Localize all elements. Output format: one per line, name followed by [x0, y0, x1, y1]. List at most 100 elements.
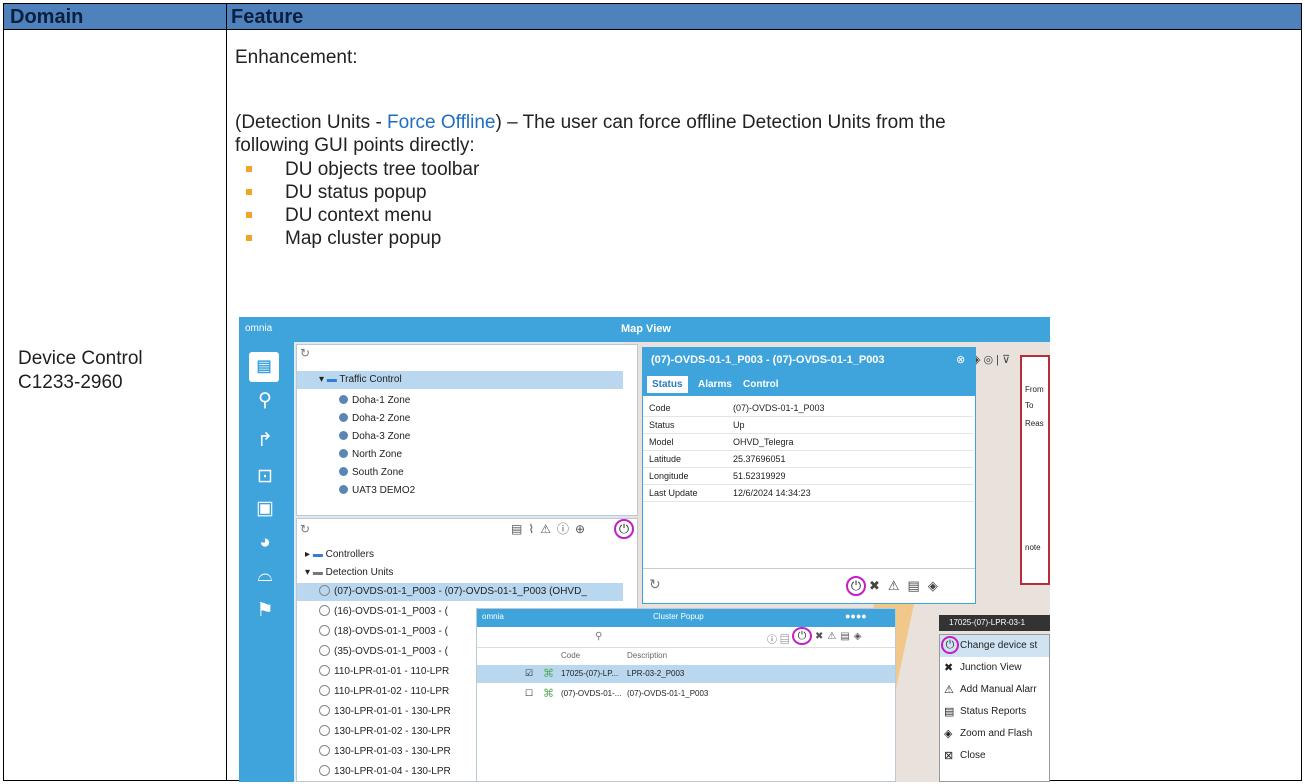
map-label: To [1025, 401, 1034, 410]
power-icon[interactable]: ⏻ [792, 627, 812, 645]
force-offline-link[interactable]: Force Offline [387, 112, 495, 133]
du-node[interactable]: ▾ ▬ Detection Units [305, 564, 393, 582]
window-controls-icon[interactable]: ●●●● [845, 611, 867, 621]
list-item: DU status popup [235, 181, 479, 204]
cluster-toolbar[interactable]: ⓘ ▤ [767, 631, 790, 646]
du-label: Detection Units [325, 567, 394, 578]
ctx-item-add-alarm[interactable]: ⚠ Add Manual Alarr [940, 679, 1049, 701]
tree-root-label: Traffic Control [339, 374, 402, 385]
du-row-label: (07)-OVDS-01-1_P003 - (07)-OVDS-01-1_P00… [334, 586, 587, 597]
status-popup-actions[interactable]: ✖⚠▤◈ [869, 578, 946, 594]
cluster-desc: LPR-03-2_P003 [627, 669, 685, 678]
alarm-icon: ⚠ [944, 684, 954, 696]
domain-name: Device Control [18, 348, 143, 369]
kv-value: 25.37696051 [733, 454, 786, 464]
tab-alarms[interactable]: Alarms [698, 379, 732, 390]
ctx-item-zoom-flash[interactable]: ◈ Zoom and Flash [940, 723, 1049, 745]
status-tabs: Status Alarms Control [643, 374, 975, 396]
zone-label: Doha-1 Zone [352, 395, 411, 406]
du-row-label: 110-LPR-01-01 - 110-LPR [334, 666, 450, 677]
tab-status[interactable]: Status [647, 376, 688, 393]
ctx-item-change-state[interactable]: ⏻ Change device st [940, 635, 1049, 657]
zone-row[interactable]: Doha-3 Zone [339, 428, 410, 446]
checkbox-checked-icon[interactable]: ☑ [525, 668, 533, 679]
du-row-label: 130-LPR-01-03 - 130-LPR [334, 746, 451, 757]
ctx-label: Junction View [960, 662, 1022, 673]
enhancement-label: Enhancement: [235, 47, 358, 68]
ctx-label: Zoom and Flash [960, 728, 1033, 739]
du-row[interactable]: (16)-OVDS-01-1_P003 - ( [319, 603, 448, 621]
cluster-row[interactable]: ☑ ⌘ 17025-(07)-LP... LPR-03-2_P003 [477, 665, 895, 683]
tab-control[interactable]: Control [743, 379, 779, 390]
panel-icon[interactable]: ▣ [254, 498, 276, 520]
cluster-title: Cluster Popup [653, 612, 704, 621]
kv-key: Model [649, 437, 674, 447]
refresh-icon[interactable]: ↻ [649, 576, 661, 593]
tree-root[interactable]: ▾ ▬ Traffic Control [297, 371, 623, 389]
context-menu: ⏻ Change device st ✖ Junction View ⚠ Add Ma… [939, 634, 1050, 782]
power-icon[interactable]: ⏻ [846, 576, 866, 596]
du-row[interactable]: 130-LPR-01-02 - 130-LPR [319, 723, 451, 741]
du-row[interactable]: (07)-OVDS-01-1_P003 - (07)-OVDS-01-1_P00… [297, 583, 623, 601]
junction-icon: ✖ [944, 662, 954, 674]
refresh-icon[interactable]: ↻ [300, 346, 310, 360]
kv-key: Longitude [649, 471, 689, 481]
zone-row[interactable]: North Zone [339, 446, 402, 464]
du-row-label: (16)-OVDS-01-1_P003 - ( [334, 606, 448, 617]
ctx-label: Change device st [960, 640, 1038, 651]
sign-icon[interactable]: ⊡ [254, 466, 276, 488]
camera-icon[interactable]: ◕ [254, 532, 276, 554]
controllers-node[interactable]: ▸ ▬ Controllers [305, 546, 374, 564]
para-rest: ) – The user can force offline Detection… [495, 112, 946, 133]
signal-icon[interactable]: ⚲ [254, 390, 276, 412]
du-row-label: (35)-OVDS-01-1_P003 - ( [334, 646, 448, 657]
cluster-header: omnia Cluster Popup ●●●● [477, 609, 895, 627]
zone-row[interactable]: Doha-2 Zone [339, 410, 410, 428]
refresh-icon[interactable]: ↻ [300, 522, 310, 536]
zone-row[interactable]: South Zone [339, 464, 404, 482]
du-row[interactable]: 110-LPR-01-01 - 110-LPR [319, 663, 449, 681]
du-row[interactable]: 130-LPR-01-03 - 130-LPR [319, 743, 451, 761]
du-row[interactable]: 130-LPR-01-04 - 130-LPR [319, 763, 451, 781]
ctx-label: Status Reports [960, 706, 1027, 717]
tunnel-icon[interactable]: ⌓ [254, 565, 276, 587]
power-icon[interactable]: ⏻ [614, 519, 634, 539]
ctx-item-junction-view[interactable]: ✖ Junction View [940, 657, 1049, 679]
search-icon[interactable]: ⚲ [595, 631, 602, 642]
cluster-row[interactable]: ☐ ⌘ (07)-OVDS-01-... (07)-OVDS-01-1_P003 [477, 685, 895, 703]
du-row[interactable]: (35)-OVDS-01-1_P003 - ( [319, 643, 448, 661]
domain-cell: Device Control C1233-2960 [18, 347, 143, 395]
zone-row[interactable]: UAT3 DEMO2 [339, 482, 415, 500]
table-header-row: Domain Feature [4, 4, 1301, 30]
column-divider [226, 4, 227, 780]
report-icon: ▤ [944, 706, 955, 718]
divider [643, 568, 975, 569]
ctx-item-close[interactable]: ⊠ Close [940, 745, 1049, 767]
list-item: Map cluster popup [235, 227, 479, 250]
tree-icon[interactable]: ▤ [249, 352, 279, 382]
zone-row[interactable]: Doha-1 Zone [339, 392, 410, 410]
du-toolbar[interactable]: ▤⌇⚠ⓘ⊕ [511, 520, 591, 537]
kv-key: Latitude [649, 454, 682, 464]
map-label: note [1025, 543, 1041, 552]
du-row[interactable]: 110-LPR-01-02 - 110-LPR [319, 683, 449, 701]
cluster-actions[interactable]: ✖⚠▤◈ [815, 631, 865, 642]
zone-label: North Zone [352, 449, 403, 460]
close-icon[interactable]: ⊗ [956, 353, 965, 366]
checkbox-icon[interactable]: ☐ [525, 688, 533, 699]
feature-paragraph: (Detection Units - Force Offline) – The … [235, 111, 1295, 157]
kv-value: (07)-OVDS-01-1_P003 [733, 403, 825, 413]
du-row-label: (18)-OVDS-01-1_P003 - ( [334, 626, 448, 637]
cluster-brand: omnia [482, 612, 504, 621]
ctx-item-status-reports[interactable]: ▤ Status Reports [940, 701, 1049, 723]
map-label: From [1025, 385, 1044, 394]
app-brand: omnia [245, 323, 273, 334]
map-toolbar-icons[interactable]: ◈ ◎ | ⊽ [972, 353, 1010, 366]
du-row[interactable]: 130-LPR-01-01 - 130-LPR [319, 703, 451, 721]
flag-icon[interactable]: ⚑ [254, 600, 276, 622]
close-icon: ⊠ [944, 750, 954, 762]
kv-key: Last Update [649, 488, 698, 498]
du-row[interactable]: (18)-OVDS-01-1_P003 - ( [319, 623, 448, 641]
turn-arrow-icon[interactable]: ↱ [254, 430, 276, 452]
kv-value: Up [733, 420, 745, 430]
